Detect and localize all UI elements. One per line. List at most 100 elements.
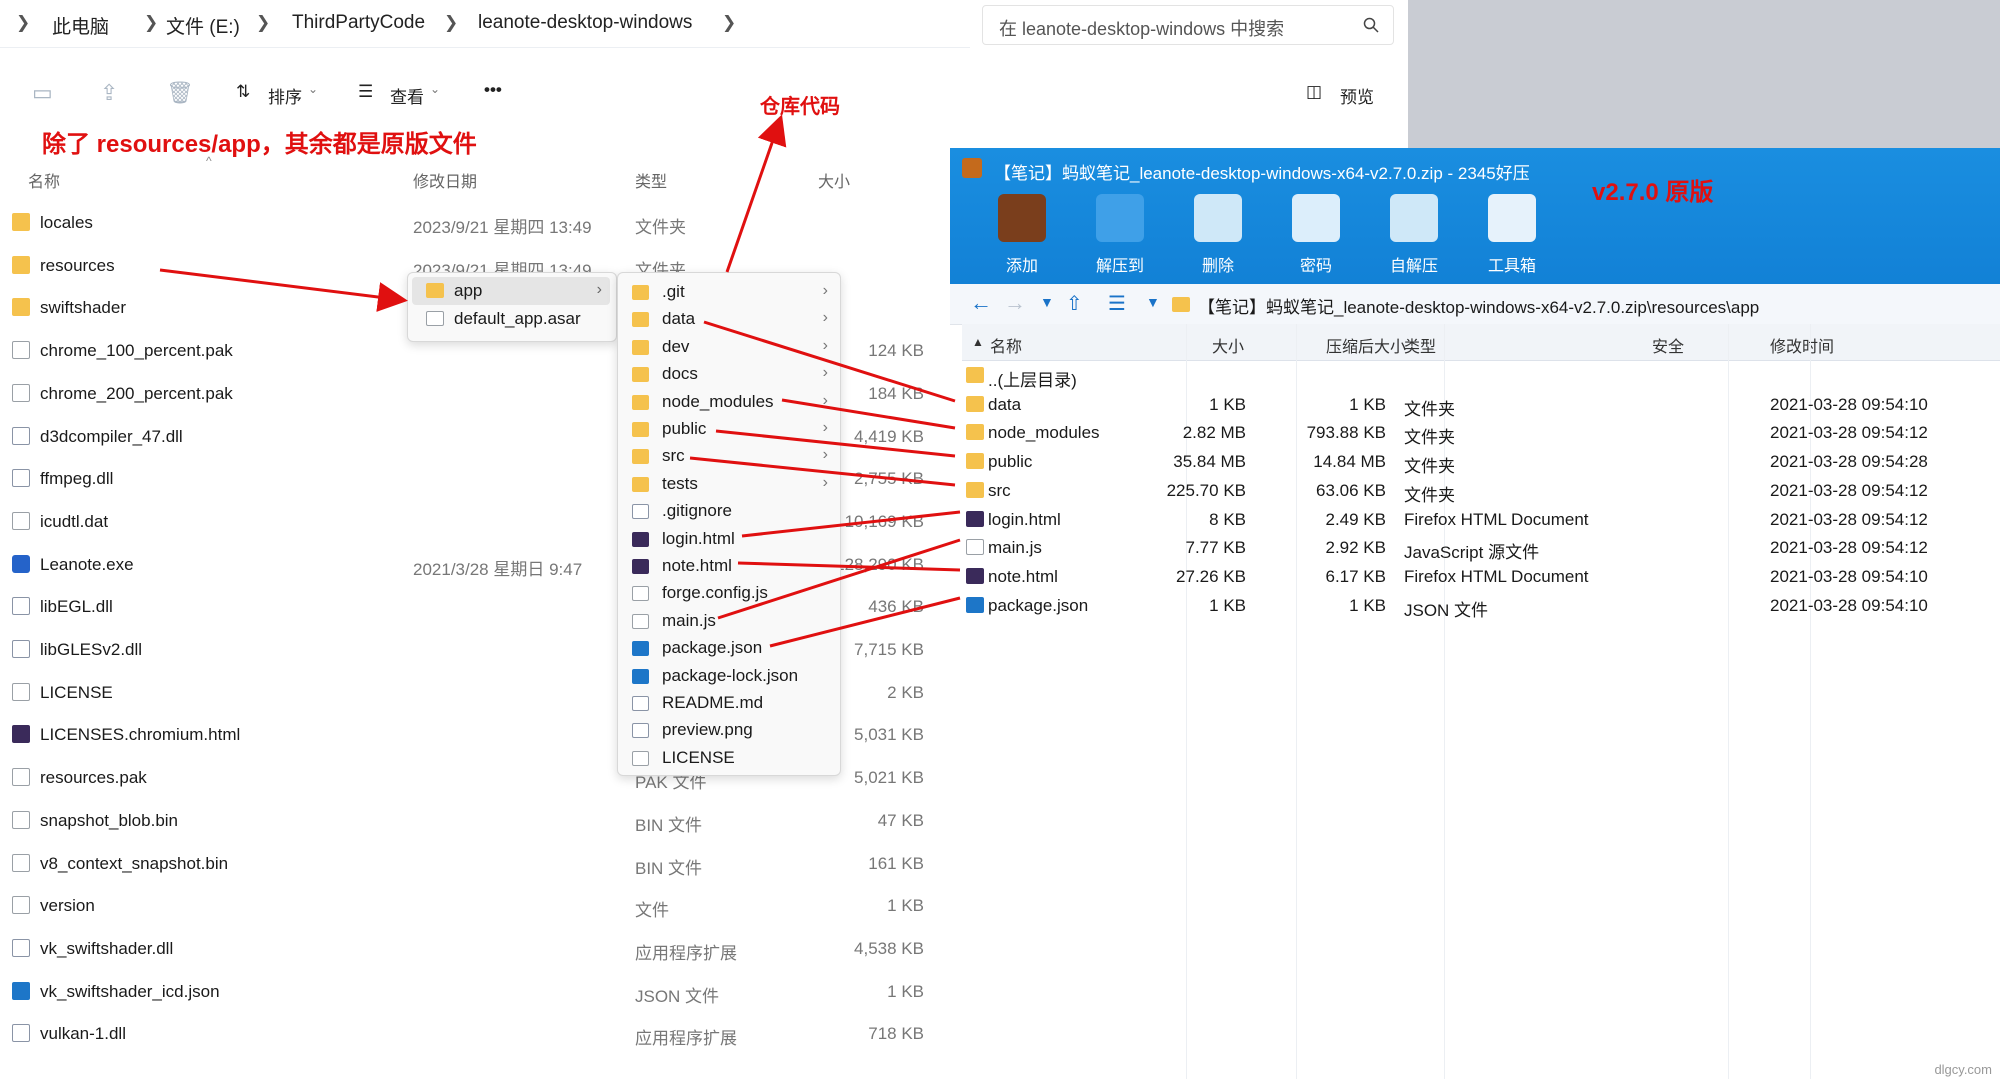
file-row[interactable]: snapshot_blob.bin BIN 文件 47 KB bbox=[0, 800, 940, 842]
zip-col-type[interactable]: 类型 bbox=[1404, 333, 1436, 357]
file-row[interactable]: version 文件 1 KB bbox=[0, 885, 940, 927]
zip-row[interactable]: main.js 7.77 KB 2.92 KB JavaScript 源文件 2021-… bbox=[962, 534, 2000, 562]
breadcrumb-leanote-desktop-windows[interactable]: leanote-desktop-windows bbox=[478, 12, 692, 34]
menu-item-gitignore[interactable]: .gitignore bbox=[622, 498, 834, 525]
file-row[interactable]: locales 2023/9/21 星期四 13:49 文件夹 bbox=[0, 202, 940, 244]
zip-row[interactable]: note.html 27.26 KB 6.17 KB Firefox HTML Doc… bbox=[962, 563, 2000, 591]
file-row[interactable]: v8_context_snapshot.bin BIN 文件 161 KB bbox=[0, 843, 940, 885]
zip-col-modified[interactable]: 修改时间 bbox=[1770, 333, 1834, 357]
file-date: 2021/3/28 星期日 9:47 bbox=[413, 559, 583, 579]
menu-item-data[interactable]: data › bbox=[622, 306, 834, 333]
view-dropdown-icon[interactable]: ▼ bbox=[1146, 294, 1160, 310]
file-row[interactable]: vk_swiftshader.dll 应用程序扩展 4,538 KB bbox=[0, 928, 940, 970]
chevron-right-icon[interactable]: ❯ bbox=[16, 13, 30, 33]
lock-icon bbox=[1292, 194, 1340, 242]
sort-button[interactable]: 排序 bbox=[268, 83, 302, 108]
file-row[interactable]: vk_swiftshader_icd.json JSON 文件 1 KB bbox=[0, 971, 940, 1013]
chevron-right-icon: › bbox=[822, 391, 828, 409]
folder-icon bbox=[632, 394, 649, 410]
password-button[interactable]: 密码 bbox=[1276, 190, 1356, 280]
chevron-right-icon: ❯ bbox=[256, 13, 271, 32]
password-label: 密码 bbox=[1299, 258, 1332, 275]
zip-row[interactable]: node_modules 2.82 MB 793.88 KB 文件夹 2021-03-2… bbox=[962, 419, 2000, 447]
menu-item-docs[interactable]: docs › bbox=[622, 361, 834, 388]
menu-item-src[interactable]: src › bbox=[622, 443, 834, 470]
zip-path[interactable]: 【笔记】蚂蚁笔记_leanote-desktop-windows-x64-v2.… bbox=[1198, 293, 1759, 318]
chevron-right-icon: › bbox=[822, 282, 828, 299]
menu-item-tests[interactable]: tests › bbox=[622, 471, 834, 498]
add-button[interactable]: 添加 bbox=[982, 190, 1062, 280]
zip-row[interactable]: login.html 8 KB 2.49 KB Firefox HTML Docume… bbox=[962, 506, 2000, 534]
breadcrumb-thirdpartycode[interactable]: ThirdPartyCode bbox=[292, 12, 425, 34]
folder-icon bbox=[966, 453, 984, 470]
history-dropdown-icon[interactable]: ▼ bbox=[1040, 294, 1054, 310]
menu-item-note-html[interactable]: note.html bbox=[622, 553, 834, 580]
view-button[interactable]: 查看 bbox=[390, 83, 424, 108]
file-icon bbox=[632, 531, 649, 547]
menu-item-main-js[interactable]: main.js bbox=[622, 608, 834, 635]
preview-button[interactable]: 预览 bbox=[1340, 83, 1374, 108]
menu-item-app[interactable]: app › bbox=[412, 277, 610, 305]
menu-item-license[interactable]: LICENSE bbox=[622, 745, 834, 772]
file-date: 2023/9/21 星期四 13:49 bbox=[413, 218, 592, 237]
menu-item-git[interactable]: .git › bbox=[622, 279, 834, 306]
menu-item-forge-config-js[interactable]: forge.config.js bbox=[622, 580, 834, 607]
menu-item-preview-png[interactable]: preview.png bbox=[622, 717, 834, 744]
zip-item-size: 1 KB bbox=[1209, 394, 1246, 414]
file-size: 47 KB bbox=[877, 810, 924, 830]
self-extract-button[interactable]: 自解压 bbox=[1374, 190, 1454, 280]
zip-item-modified: 2021-03-28 09:54:12 bbox=[1770, 423, 1928, 443]
zip-item-size: 8 KB bbox=[1209, 509, 1246, 529]
zip-row[interactable]: public 35.84 MB 14.84 MB 文件夹 2021-03-28 09:5… bbox=[962, 448, 2000, 476]
zip-row[interactable]: ..(上层目录) bbox=[962, 362, 2000, 390]
forward-arrow-icon[interactable]: → bbox=[1004, 290, 1026, 316]
zip-col-packed[interactable]: 压缩后大小 bbox=[1326, 333, 1406, 357]
menu-item-readme-md[interactable]: README.md bbox=[622, 690, 834, 717]
zip-item-size: 27.26 KB bbox=[1176, 566, 1246, 586]
zip-col-security[interactable]: 安全 bbox=[1652, 333, 1684, 357]
menu-item-public[interactable]: public › bbox=[622, 416, 834, 443]
menu-item-label: node_modules bbox=[662, 391, 774, 411]
zip-item-type: JSON 文件 bbox=[1404, 600, 1489, 620]
column-header-type[interactable]: 类型 bbox=[635, 168, 667, 192]
file-icon bbox=[12, 383, 30, 402]
file-size: 718 KB bbox=[868, 1024, 924, 1044]
search-input[interactable]: 在 leanote-desktop-windows 中搜索 bbox=[982, 5, 1394, 45]
up-folder-icon[interactable]: ⇧ bbox=[1066, 291, 1083, 316]
delete-button[interactable]: 删除 bbox=[1178, 190, 1258, 280]
column-header-date[interactable]: 修改日期 bbox=[413, 168, 477, 192]
extract-to-button[interactable]: 解压到 bbox=[1080, 190, 1160, 280]
more-options-button[interactable]: ••• bbox=[484, 80, 502, 100]
column-header-size[interactable]: 大小 bbox=[818, 168, 850, 192]
menu-item-default-app-asar[interactable]: default_app.asar bbox=[412, 305, 610, 333]
menu-item-package-lock-json[interactable]: package-lock.json bbox=[622, 663, 834, 690]
toolbox-icon bbox=[1488, 194, 1536, 242]
extract-icon bbox=[1096, 194, 1144, 242]
menu-item-node-modules[interactable]: node_modules › bbox=[622, 389, 834, 416]
menu-item-dev[interactable]: dev › bbox=[622, 334, 834, 361]
menu-item-login-html[interactable]: login.html bbox=[622, 526, 834, 553]
chevron-right-icon[interactable]: ❯ bbox=[722, 13, 736, 33]
menu-item-package-json[interactable]: package.json bbox=[622, 635, 834, 662]
file-icon bbox=[966, 596, 984, 613]
zip-row[interactable]: data 1 KB 1 KB 文件夹 2021-03-28 09:54:10 bbox=[962, 391, 2000, 419]
toolbox-button[interactable]: 工具箱 bbox=[1472, 190, 1552, 280]
rename-icon[interactable]: ▭ bbox=[32, 80, 53, 106]
breadcrumb-this-pc[interactable]: 此电脑 bbox=[52, 12, 109, 39]
zip-row[interactable]: package.json 1 KB 1 KB JSON 文件 2021-03-28 09… bbox=[962, 592, 2000, 620]
list-view-icon[interactable]: ☰ bbox=[1108, 291, 1126, 316]
zip-item-name: node_modules bbox=[988, 423, 1100, 443]
file-row[interactable]: vulkan-1.dll 应用程序扩展 718 KB bbox=[0, 1013, 940, 1055]
column-header-name[interactable]: 名称 bbox=[28, 168, 60, 192]
breadcrumb-drive-e[interactable]: 文件 (E:) bbox=[166, 12, 240, 39]
address-bar[interactable]: ❯ 此电脑 ❯ 文件 (E:) ❯ ThirdPartyCode ❯ leano… bbox=[0, 0, 970, 48]
delete-icon[interactable]: 🗑 bbox=[166, 80, 194, 106]
file-icon bbox=[12, 640, 30, 658]
search-placeholder: 在 leanote-desktop-windows 中搜索 bbox=[999, 19, 1285, 39]
back-arrow-icon[interactable]: ← bbox=[970, 290, 992, 316]
folder-icon bbox=[632, 449, 649, 465]
zip-col-size[interactable]: 大小 bbox=[1212, 333, 1244, 357]
zip-col-name[interactable]: 名称 bbox=[990, 333, 1022, 357]
zip-row[interactable]: src 225.70 KB 63.06 KB 文件夹 2021-03-28 09:54:… bbox=[962, 477, 2000, 505]
share-icon[interactable]: ⇪ bbox=[100, 80, 118, 106]
